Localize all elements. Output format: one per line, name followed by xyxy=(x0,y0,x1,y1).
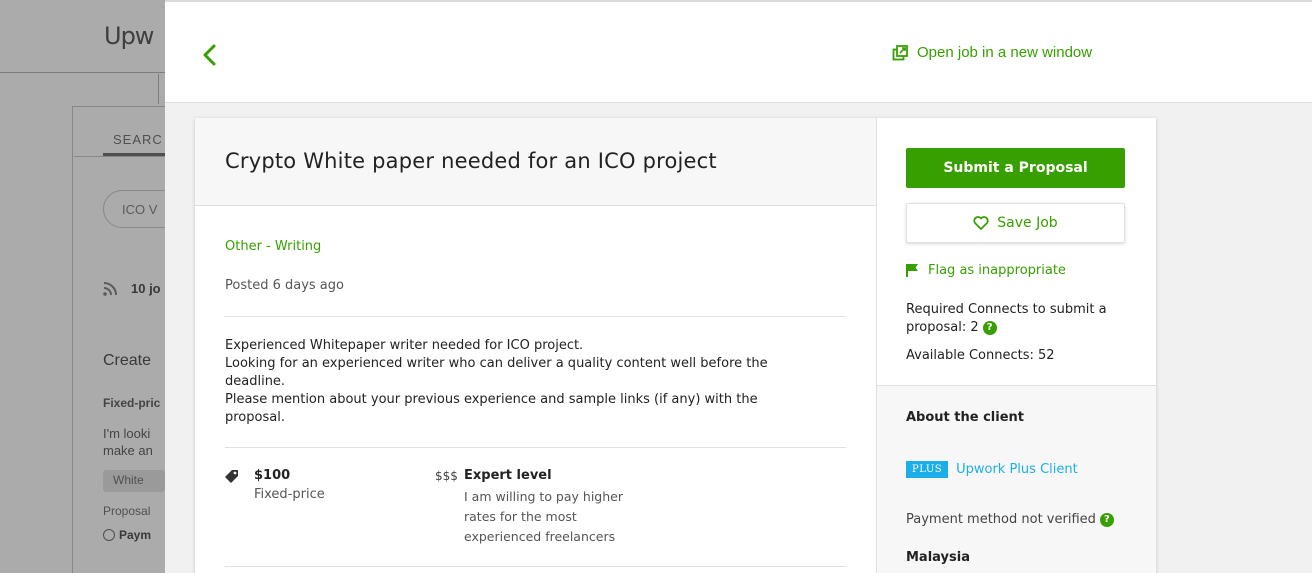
experience-level: Expert level xyxy=(464,468,552,483)
job-title-bar: Crypto White paper needed for an ICO pro… xyxy=(195,118,876,206)
about-client-heading: About the client xyxy=(906,410,1025,425)
modal-overlay[interactable] xyxy=(0,0,165,573)
external-window-icon xyxy=(892,44,908,60)
description-line: Experienced Whitepaper writer needed for… xyxy=(225,338,584,353)
description-line: Looking for an experienced writer who ca… xyxy=(225,356,768,371)
panel-header: Open job in a new window xyxy=(165,0,1312,103)
chevron-left-icon xyxy=(203,44,216,66)
open-job-label: Open job in a new window xyxy=(917,44,1093,61)
help-icon[interactable]: ? xyxy=(1099,513,1114,527)
job-actions-column: Submit a Proposal Save Job Flag as inapp… xyxy=(877,118,1156,573)
client-country: Malaysia xyxy=(906,550,970,565)
plus-badge: PLUS xyxy=(906,461,949,478)
job-title: Crypto White paper needed for an ICO pro… xyxy=(225,149,717,173)
description-line: deadline. xyxy=(225,374,286,389)
posted-time: Posted 6 days ago xyxy=(225,278,344,293)
divider xyxy=(225,447,846,448)
required-connects: Required Connects to submit a proposal: … xyxy=(906,302,1107,335)
experience-level-description: I am willing to pay higher rates for the… xyxy=(464,489,623,544)
save-job-label: Save Job xyxy=(997,215,1058,231)
available-connects: Available Connects: 52 xyxy=(906,348,1055,363)
plus-client-label: Upwork Plus Client xyxy=(956,462,1078,477)
description-line: Please mention about your previous exper… xyxy=(225,392,758,407)
flag-label: Flag as inappropriate xyxy=(928,263,1066,278)
heart-icon xyxy=(973,216,989,230)
upwork-plus-client: PLUS Upwork Plus Client xyxy=(906,461,1078,478)
job-details-panel: Open job in a new window Crypto White pa… xyxy=(165,0,1312,573)
job-main-column: Crypto White paper needed for an ICO pro… xyxy=(195,118,877,573)
back-button[interactable] xyxy=(201,42,223,68)
submit-proposal-button[interactable]: Submit a Proposal xyxy=(906,148,1125,188)
open-job-new-window-link[interactable]: Open job in a new window xyxy=(892,44,1092,61)
job-card: Crypto White paper needed for an ICO pro… xyxy=(195,118,1156,573)
price-tag-icon xyxy=(225,469,239,488)
save-job-button[interactable]: Save Job xyxy=(906,203,1125,243)
flag-inappropriate-link[interactable]: Flag as inappropriate xyxy=(906,263,1066,278)
payment-verification: Payment method not verified? xyxy=(906,512,1114,527)
job-description: Experienced Whitepaper writer needed for… xyxy=(225,337,825,427)
help-icon[interactable]: ? xyxy=(982,321,997,335)
job-budget: $100 xyxy=(254,468,291,483)
divider xyxy=(225,316,846,317)
divider xyxy=(225,566,846,567)
description-line: proposal. xyxy=(225,410,285,425)
job-budget-type: Fixed-price xyxy=(254,487,325,502)
expertise-dollar-icon: $$$ xyxy=(435,469,458,483)
flag-icon xyxy=(906,264,918,277)
job-category-link[interactable]: Other - Writing xyxy=(225,239,321,254)
